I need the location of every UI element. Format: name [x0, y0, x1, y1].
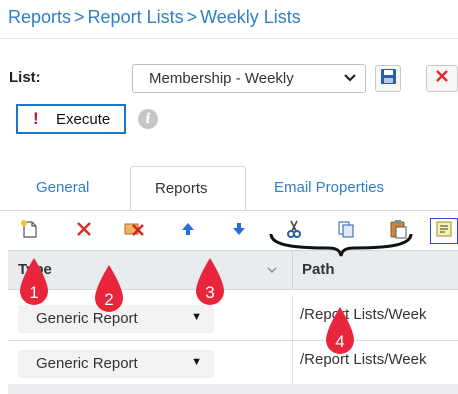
delete-icon — [75, 220, 93, 243]
caret-down-icon: ▼ — [191, 311, 202, 323]
tab-email-properties[interactable]: Email Properties — [260, 166, 430, 211]
column-header-path[interactable]: Path — [302, 261, 335, 278]
callout-number: 2 — [104, 290, 114, 309]
column-divider — [292, 341, 293, 385]
execute-label: Execute — [56, 111, 111, 128]
report-type-value: Generic Report — [36, 355, 138, 372]
tab-label: General — [36, 179, 90, 196]
exclamation-icon: ! — [33, 109, 39, 128]
breadcrumb: Reports > Report Lists > Weekly Lists — [8, 7, 301, 28]
breadcrumb-separator: > — [186, 7, 198, 27]
callout-marker: 4 — [323, 305, 357, 357]
tab-reports[interactable]: Reports — [130, 166, 246, 211]
caret-down-icon: ▼ — [191, 356, 202, 368]
move-down-button[interactable] — [226, 218, 252, 244]
tab-label: Email Properties — [274, 179, 385, 196]
list-label: List: — [9, 69, 41, 86]
callout-marker: 2 — [92, 263, 126, 315]
callout-number: 1 — [29, 283, 39, 302]
breadcrumb-reports[interactable]: Reports — [8, 7, 71, 27]
delete-button[interactable] — [71, 218, 97, 244]
execute-button[interactable]: ! Execute — [16, 104, 126, 134]
callout-number: 3 — [205, 283, 215, 302]
properties-icon — [435, 220, 453, 243]
header-divider — [0, 38, 458, 39]
table-row: Generic Report ▼ /Report Lists/Week — [8, 296, 458, 341]
breadcrumb-weekly-lists[interactable]: Weekly Lists — [200, 7, 301, 27]
breadcrumb-report-lists[interactable]: Report Lists — [88, 7, 184, 27]
move-up-button[interactable] — [175, 218, 201, 244]
remove-button[interactable] — [121, 218, 147, 244]
callout-marker: 1 — [17, 256, 51, 308]
save-icon — [380, 68, 397, 90]
list-select-value: Membership - Weekly — [149, 70, 294, 87]
callout-brace — [269, 233, 413, 257]
grid-footer — [8, 384, 458, 394]
callout-marker: 3 — [193, 256, 227, 308]
save-button[interactable] — [375, 65, 401, 92]
close-icon — [434, 68, 450, 89]
column-divider — [292, 296, 293, 340]
new-item-button[interactable] — [16, 218, 42, 244]
new-item-icon — [19, 219, 39, 244]
tab-general[interactable]: General — [20, 166, 120, 211]
list-select[interactable]: Membership - Weekly — [132, 64, 366, 93]
info-icon[interactable]: i — [138, 109, 158, 129]
callout-number: 4 — [335, 332, 345, 351]
chevron-down-icon[interactable] — [266, 263, 278, 281]
remove-icon — [123, 219, 145, 244]
cancel-button[interactable] — [426, 65, 458, 92]
report-type-select[interactable]: Generic Report ▼ — [18, 350, 214, 378]
tab-label: Reports — [155, 180, 208, 197]
breadcrumb-separator: > — [74, 7, 85, 27]
move-down-icon — [231, 221, 247, 242]
report-path: /Report Lists/Week — [300, 306, 427, 323]
move-up-icon — [180, 221, 196, 242]
tab-divider — [0, 210, 458, 211]
table-row: Generic Report ▼ /Report Lists/Week — [8, 341, 458, 386]
chevron-down-icon — [343, 71, 357, 88]
properties-button[interactable] — [430, 218, 458, 244]
report-path: /Report Lists/Week — [300, 351, 427, 368]
